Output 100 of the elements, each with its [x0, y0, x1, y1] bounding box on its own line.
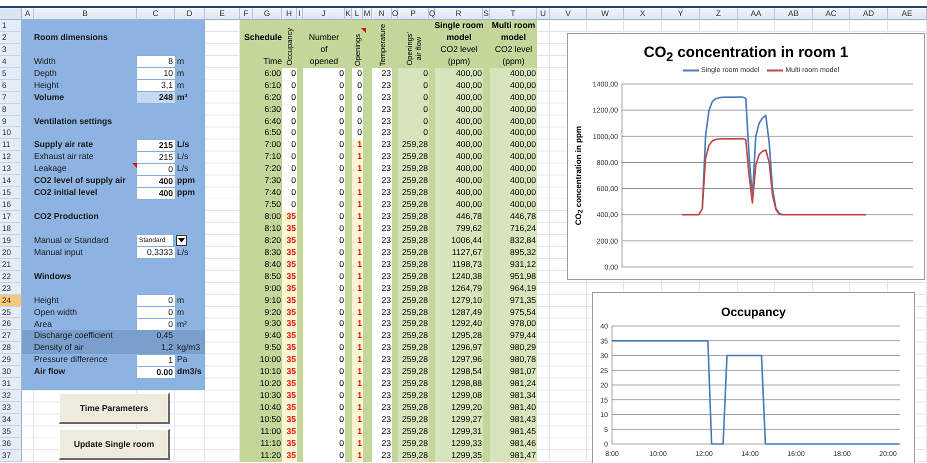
input-field[interactable]: 400	[137, 188, 175, 199]
column-header[interactable]: A	[22, 8, 34, 20]
column-header[interactable]: W	[587, 8, 624, 20]
select-all-button[interactable]	[0, 8, 22, 20]
row-number[interactable]: 20	[0, 246, 22, 259]
column-header[interactable]: X	[624, 8, 662, 20]
row-number[interactable]: 9	[0, 116, 22, 128]
table-cell-text: 10:50	[258, 414, 282, 426]
row-number[interactable]: 28	[0, 342, 22, 354]
unit-label: ppm	[176, 175, 196, 188]
row-number[interactable]: 6	[0, 80, 22, 92]
input-field[interactable]: 0	[137, 307, 175, 318]
column-header[interactable]: H	[282, 8, 297, 20]
row-number[interactable]: 3	[0, 44, 22, 56]
column-header[interactable]: K	[345, 8, 352, 20]
column-title: Schedule	[244, 32, 282, 44]
input-field[interactable]: 0.00	[137, 366, 175, 378]
row-number[interactable]: 23	[0, 282, 22, 295]
row-number[interactable]: 12	[0, 151, 22, 164]
row-number[interactable]: 26	[0, 318, 22, 330]
row-number[interactable]: 33	[0, 402, 22, 414]
input-field[interactable]: 0	[137, 295, 175, 306]
row-number[interactable]: 5	[0, 68, 22, 80]
row-number[interactable]: 32	[0, 390, 22, 402]
column-header[interactable]: U	[537, 8, 550, 20]
column-header[interactable]: M	[363, 8, 372, 20]
column-header[interactable]: Z	[700, 8, 738, 20]
input-field[interactable]: 215	[137, 140, 175, 151]
row-number[interactable]: 16	[0, 199, 22, 211]
input-field[interactable]: 3,1	[137, 80, 175, 92]
table-cell: 0	[398, 68, 429, 80]
input-field[interactable]: 215	[137, 152, 175, 163]
column-header[interactable]: Q	[429, 8, 435, 20]
row-number[interactable]: 7	[0, 92, 22, 104]
column-header[interactable]: R	[435, 8, 483, 20]
row-number[interactable]: 1	[0, 20, 22, 32]
column-header[interactable]: I	[297, 8, 303, 20]
row-number[interactable]: 17	[0, 211, 22, 223]
input-field[interactable]: 1	[137, 354, 175, 366]
input-field[interactable]: 10	[137, 68, 175, 80]
table-cell-text: 10:30	[258, 390, 282, 402]
column-header[interactable]: E	[205, 8, 240, 20]
column-header[interactable]: O	[392, 8, 398, 20]
macro-button[interactable]: Time Parameters	[59, 393, 170, 424]
macro-button[interactable]: Update Single room	[59, 428, 170, 460]
table-cell: 0	[303, 175, 345, 188]
table-cell: 0	[398, 104, 429, 116]
column-header[interactable]: L	[352, 8, 363, 20]
input-field[interactable]: 0	[137, 164, 175, 175]
row-number[interactable]: 10	[0, 127, 22, 140]
row-number[interactable]: 37	[0, 450, 22, 462]
column-header[interactable]: G	[253, 8, 282, 20]
column-header[interactable]: T	[490, 8, 537, 20]
column-header[interactable]: F	[240, 8, 253, 20]
column-header[interactable]: AC	[813, 8, 850, 20]
column-header[interactable]: N	[372, 8, 392, 20]
table-cell: 0	[303, 402, 345, 414]
column-header[interactable]: Y	[662, 8, 700, 20]
row-number[interactable]: 11	[0, 139, 22, 152]
row-number[interactable]: 4	[0, 56, 22, 68]
row-number[interactable]: 2	[0, 32, 22, 44]
column-header[interactable]: J	[303, 8, 345, 20]
row-number[interactable]: 21	[0, 258, 22, 271]
row-number[interactable]: 27	[0, 330, 22, 342]
column-header[interactable]: AD	[850, 8, 888, 20]
row-number[interactable]: 22	[0, 270, 22, 283]
column-header[interactable]: P	[398, 8, 429, 20]
table-cell: 23	[372, 426, 392, 438]
row-number[interactable]: 14	[0, 175, 22, 188]
input-field[interactable]: 0,3333	[137, 247, 175, 258]
row-number[interactable]: 24	[0, 294, 22, 306]
column-header[interactable]: D	[175, 8, 205, 20]
unit-label: L/s	[176, 246, 190, 259]
row-number[interactable]: 29	[0, 354, 22, 366]
field-label: Manual or Standard	[34, 234, 110, 247]
column-header[interactable]: S	[483, 8, 490, 20]
input-field[interactable]: 400	[137, 176, 175, 187]
row-number[interactable]: 8	[0, 104, 22, 116]
input-field[interactable]: 8	[137, 56, 175, 68]
column-header[interactable]: B	[34, 8, 137, 20]
column-header[interactable]: AE	[888, 8, 927, 20]
column-header[interactable]: AA	[738, 8, 775, 20]
row-number[interactable]: 19	[0, 234, 22, 247]
column-header[interactable]: C	[137, 8, 175, 20]
column-header[interactable]: AB	[775, 8, 813, 20]
row-number[interactable]: 35	[0, 426, 22, 438]
row-number[interactable]: 13	[0, 163, 22, 176]
table-cell: 0	[303, 151, 345, 164]
row-number[interactable]: 15	[0, 187, 22, 200]
row-number[interactable]: 31	[0, 378, 22, 390]
row-number[interactable]: 25	[0, 306, 22, 318]
row-number[interactable]: 18	[0, 222, 22, 235]
column-header[interactable]: V	[550, 8, 587, 20]
input-field[interactable]: 0	[137, 319, 175, 330]
table-cell: 0	[282, 80, 297, 92]
table-cell: 1	[352, 282, 363, 295]
row-number[interactable]: 34	[0, 414, 22, 426]
table-cell: 1	[352, 342, 363, 354]
row-number[interactable]: 36	[0, 438, 22, 450]
row-number[interactable]: 30	[0, 366, 22, 378]
